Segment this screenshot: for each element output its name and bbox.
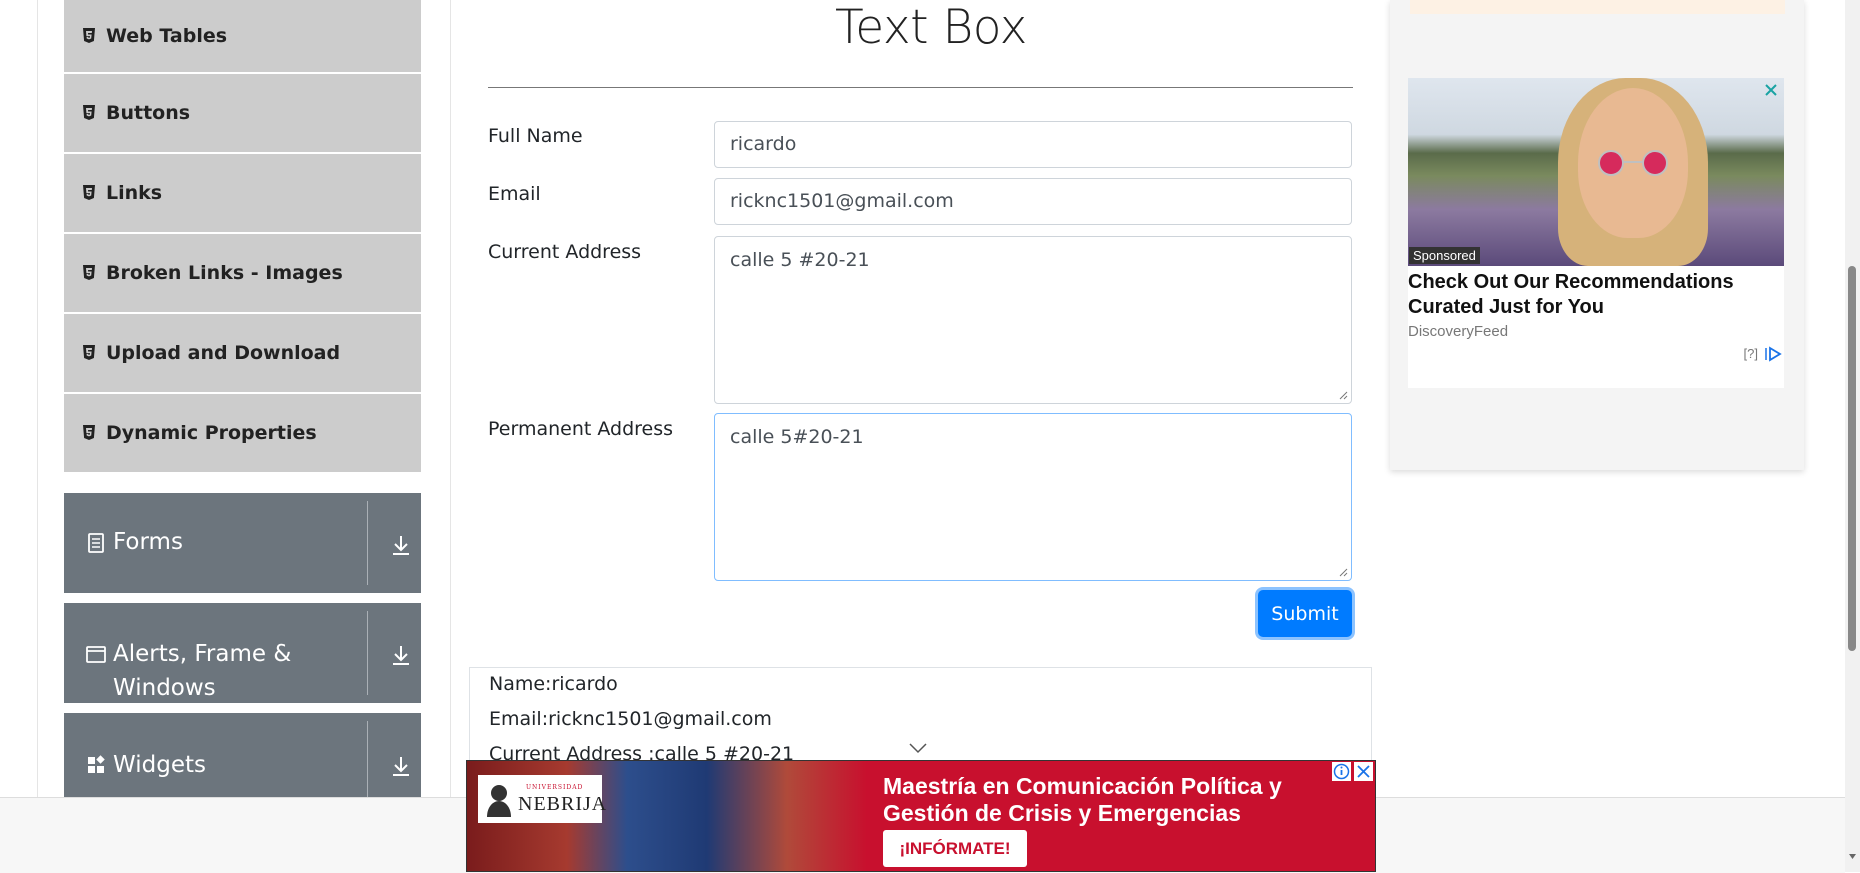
logo-name: NEBRIJA <box>518 793 608 815</box>
sponsored-badge: Sponsored <box>1409 247 1480 264</box>
html5-icon <box>83 185 95 200</box>
logo-subtitle: UNIVERSIDAD <box>526 784 584 791</box>
full-name-input[interactable]: ricardo <box>714 121 1352 168</box>
html5-icon <box>83 105 95 120</box>
scrollbar-thumb[interactable] <box>1848 266 1856 651</box>
page-scrollbar[interactable] <box>1845 0 1860 872</box>
sidebar-group-alerts[interactable]: Alerts, Frame & Windows <box>64 603 421 703</box>
sidebar-border <box>37 0 38 800</box>
resize-handle-icon[interactable] <box>1339 568 1348 577</box>
html5-icon <box>83 425 95 440</box>
resize-handle-icon[interactable] <box>1339 391 1348 400</box>
download-arrow-icon[interactable] <box>389 533 413 557</box>
sidebar-item-label: Web Tables <box>106 25 228 47</box>
ad-cta-button[interactable]: ¡INFÓRMATE! <box>883 830 1027 867</box>
sidebar-border <box>450 0 451 800</box>
bottom-ad-banner[interactable]: UNIVERSIDAD NEBRIJA Maestría en Comunica… <box>466 760 1376 872</box>
ad-info-icon[interactable] <box>1332 762 1351 781</box>
ad-title[interactable]: Check Out Our Recommendations Curated Ju… <box>1408 270 1778 320</box>
current-address-label: Current Address <box>488 241 642 263</box>
sidebar-group-label-line2: Windows <box>113 675 216 701</box>
output-email: Email:ricknc1501@gmail.com <box>489 708 772 730</box>
divider <box>367 611 368 695</box>
chevron-down-icon[interactable] <box>908 742 928 754</box>
sidebar-item-label: Dynamic Properties <box>106 422 317 444</box>
sidebar-group-label: Forms <box>113 529 183 555</box>
permanent-address-value: calle 5#20-21 <box>730 426 864 448</box>
sidebar-item-label: Upload and Download <box>106 342 341 364</box>
sidebar-item-dynamic-properties[interactable]: Dynamic Properties <box>64 394 421 472</box>
output-name: Name:ricardo <box>489 673 618 695</box>
sidebar-item-broken-links[interactable]: Broken Links - Images <box>64 234 421 312</box>
title-divider <box>488 87 1353 88</box>
ad-strip <box>1410 0 1785 14</box>
sidebar-group-label: Alerts, Frame & <box>113 641 292 667</box>
ad-source: DiscoveryFeed <box>1408 323 1509 340</box>
html5-icon <box>83 265 95 280</box>
email-input[interactable]: ricknc1501@gmail.com <box>714 178 1352 225</box>
ad-image: Sponsored <box>1408 78 1784 266</box>
sidebar-item-upload-download[interactable]: Upload and Download <box>64 314 421 392</box>
sidebar-group-forms[interactable]: Forms <box>64 493 421 593</box>
widgets-icon <box>88 755 105 773</box>
email-label: Email <box>488 183 541 205</box>
sidebar-item-buttons[interactable]: Buttons <box>64 74 421 152</box>
download-arrow-icon[interactable] <box>389 754 413 778</box>
sunglasses-icon <box>1598 150 1668 176</box>
ad-headline: Maestría en Comunicación Política y Gest… <box>883 773 1282 826</box>
close-icon[interactable] <box>1762 81 1780 99</box>
sidebar-item-label: Links <box>106 182 163 204</box>
university-crest-icon <box>487 785 511 817</box>
divider <box>367 721 368 805</box>
window-icon <box>86 646 106 663</box>
sidebar: Web Tables Buttons Links Broken Links - … <box>0 0 451 813</box>
html5-icon <box>83 345 95 360</box>
nebrija-logo: UNIVERSIDAD NEBRIJA <box>478 775 606 823</box>
html5-icon <box>83 28 95 43</box>
form-icon <box>88 533 104 553</box>
divider <box>367 501 368 585</box>
sidebar-item-label: Buttons <box>106 102 191 124</box>
side-ad-card[interactable]: Sponsored Check Out Our Recommendations … <box>1408 78 1784 388</box>
adchoices-icon[interactable] <box>1764 346 1782 362</box>
current-address-textarea[interactable]: calle 5 #20-21 <box>714 236 1352 404</box>
sidebar-group-label: Widgets <box>113 752 206 778</box>
ad-close-icon[interactable] <box>1354 762 1373 781</box>
download-arrow-icon[interactable] <box>389 643 413 667</box>
sidebar-item-label: Broken Links - Images <box>106 262 343 284</box>
full-name-label: Full Name <box>488 125 583 147</box>
side-ad[interactable]: Sponsored Check Out Our Recommendations … <box>1390 0 1804 470</box>
scroll-down-arrow-icon[interactable] <box>1848 852 1857 861</box>
permanent-address-textarea[interactable]: calle 5#20-21 <box>714 413 1352 581</box>
ad-help-link[interactable]: [?] <box>1744 346 1758 361</box>
current-address-value: calle 5 #20-21 <box>730 249 870 271</box>
submit-button[interactable]: Submit <box>1258 590 1352 637</box>
sidebar-item-links[interactable]: Links <box>64 154 421 232</box>
page-title: Text Box <box>835 0 1027 55</box>
sidebar-item-web-tables[interactable]: Web Tables <box>64 0 421 72</box>
permanent-address-label: Permanent Address <box>488 418 674 440</box>
